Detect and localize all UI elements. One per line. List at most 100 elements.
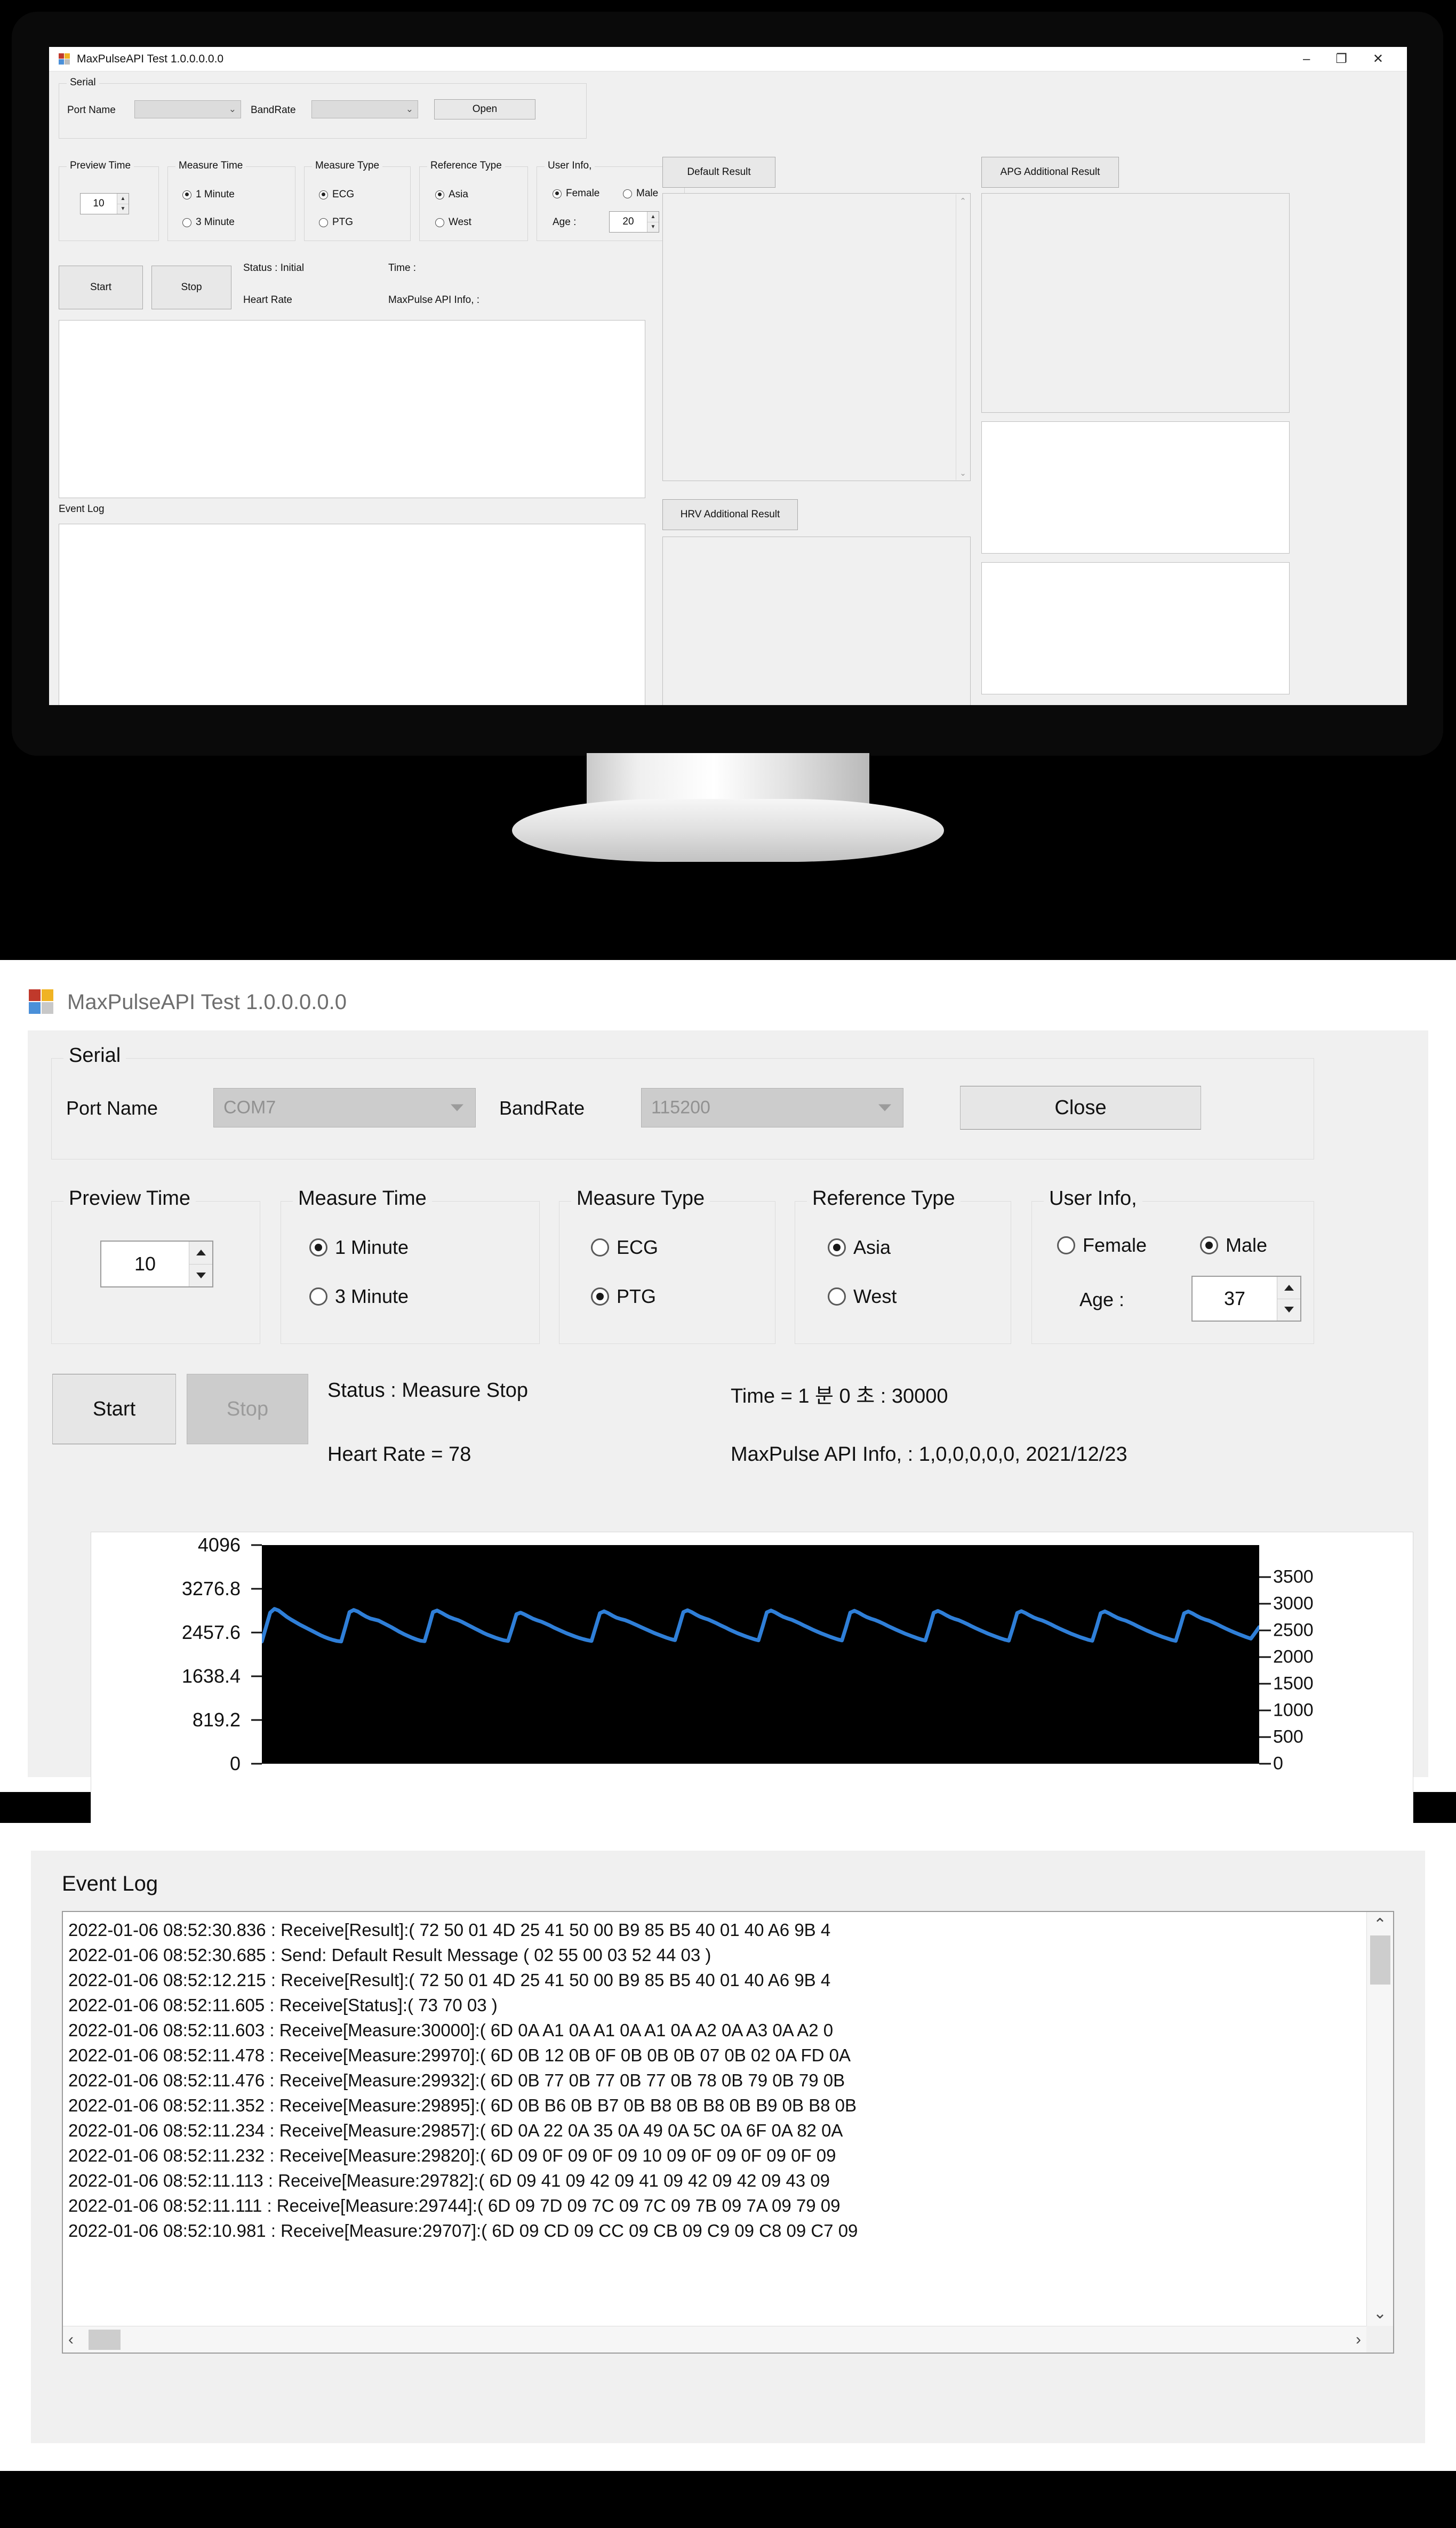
- spin-up-icon[interactable]: ▲: [117, 194, 129, 204]
- mini-age-stepper[interactable]: 20 ▲ ▼: [609, 211, 659, 233]
- mini-radio-asia[interactable]: Asia: [435, 189, 468, 201]
- mini-port-name-combo[interactable]: ⌄: [134, 100, 241, 118]
- preview-time-spin-buttons[interactable]: [189, 1242, 212, 1286]
- mini-event-log-label: Event Log: [59, 503, 105, 515]
- mini-default-result-panel[interactable]: ⌃ ⌄: [662, 193, 971, 481]
- mini-radio-3-minute[interactable]: 3 Minute: [182, 217, 235, 228]
- age-stepper[interactable]: 37: [1191, 1276, 1301, 1322]
- mini-radio-male[interactable]: Male: [623, 188, 658, 199]
- radio-dot-icon: [435, 218, 444, 227]
- scroll-up-icon[interactable]: ⌃: [1373, 1915, 1387, 1934]
- scroll-up-icon[interactable]: ⌃: [959, 196, 966, 206]
- event-log-line: 2022-01-06 08:52:30.836 : Receive[Result…: [68, 1920, 831, 1940]
- mini-hrv-additional-result-panel[interactable]: [662, 537, 971, 705]
- spin-up-icon[interactable]: ▲: [647, 212, 659, 222]
- event-log-line: 2022-01-06 08:52:11.234 : Receive[Measur…: [68, 2121, 843, 2140]
- chart-right-tick-mark: [1259, 1709, 1271, 1711]
- mini-waveform-panel: [59, 320, 645, 498]
- mini-window-title: MaxPulseAPI Test 1.0.0.0.0.0: [77, 52, 224, 65]
- mini-start-button[interactable]: Start: [59, 266, 143, 309]
- event-log-line: 2022-01-06 08:52:11.603 : Receive[Measur…: [68, 2020, 834, 2040]
- mini-titlebar: MaxPulseAPI Test 1.0.0.0.0.0 – ❐ ✕: [49, 47, 1407, 71]
- maximize-icon[interactable]: ❐: [1335, 52, 1347, 66]
- event-log-textbox[interactable]: 2022-01-06 08:52:30.836 : Receive[Result…: [62, 1911, 1394, 2354]
- event-log-line: 2022-01-06 08:52:30.685 : Send: Default …: [68, 1945, 711, 1965]
- age-value: 37: [1223, 1287, 1246, 1309]
- bandrate-combo[interactable]: 115200: [641, 1088, 903, 1127]
- port-name-combo[interactable]: COM7: [213, 1088, 476, 1127]
- radio-male[interactable]: Male: [1200, 1234, 1267, 1257]
- scroll-down-icon[interactable]: ⌄: [959, 468, 966, 478]
- event-log-frame: Event Log 2022-01-06 08:52:30.836 : Rece…: [31, 1851, 1425, 2443]
- event-log-horizontal-scrollbar[interactable]: ‹ ›: [63, 2326, 1366, 2353]
- chart-left-tick-mark: [251, 1544, 262, 1546]
- mini-age-spin-buttons[interactable]: ▲ ▼: [647, 212, 659, 232]
- radio-ptg[interactable]: PTG: [591, 1285, 656, 1308]
- reference-type-group: Reference Type: [795, 1187, 1011, 1344]
- event-log-line: 2022-01-06 08:52:12.215 : Receive[Result…: [68, 1970, 831, 1990]
- spin-down-icon[interactable]: [189, 1265, 212, 1287]
- mini-event-log-box[interactable]: [59, 524, 645, 705]
- scroll-left-icon[interactable]: ‹: [68, 2331, 74, 2349]
- mini-measure-time-group: Measure Time: [167, 160, 295, 241]
- spin-down-icon[interactable]: ▼: [647, 222, 659, 232]
- radio-ecg[interactable]: ECG: [591, 1236, 658, 1259]
- scroll-right-icon[interactable]: ›: [1356, 2331, 1361, 2349]
- spin-up-icon[interactable]: [189, 1242, 212, 1265]
- mini-default-result-button[interactable]: Default Result: [662, 157, 775, 188]
- api-info-text: MaxPulse API Info, : 1,0,0,0,0,0, 2021/1…: [731, 1443, 1127, 1466]
- radio-3-minute[interactable]: 3 Minute: [309, 1285, 409, 1308]
- chart-left-tick-label: 2457.6: [181, 1621, 241, 1643]
- chart-right-tick-label: 1500: [1273, 1673, 1314, 1694]
- preview-time-stepper[interactable]: 10: [100, 1241, 213, 1287]
- radio-ptg-label: PTG: [617, 1285, 657, 1307]
- age-spin-buttons[interactable]: [1277, 1277, 1300, 1321]
- mini-apg-additional-result-button[interactable]: APG Additional Result: [981, 157, 1119, 188]
- radio-1-minute[interactable]: 1 Minute: [309, 1236, 409, 1259]
- start-button[interactable]: Start: [52, 1374, 176, 1444]
- preview-time-legend: Preview Time: [63, 1187, 196, 1210]
- user-info-legend: User Info,: [1044, 1187, 1142, 1210]
- event-log-line: 2022-01-06 08:52:10.981 : Receive[Measur…: [68, 2221, 858, 2241]
- mini-app-body: Serial Port Name ⌄ BandRate ⌄ Open Previ…: [49, 71, 1407, 705]
- radio-dot-icon: [591, 1238, 609, 1257]
- spin-up-icon[interactable]: [1277, 1277, 1300, 1299]
- event-log-line: 2022-01-06 08:52:11.478 : Receive[Measur…: [68, 2045, 851, 2065]
- radio-dot-icon: [309, 1287, 327, 1306]
- mini-bandrate-combo[interactable]: ⌄: [311, 100, 418, 118]
- close-button[interactable]: Close: [960, 1086, 1201, 1130]
- mini-radio-ecg[interactable]: ECG: [319, 189, 354, 201]
- spin-down-icon[interactable]: ▼: [117, 204, 129, 214]
- vertical-scroll-thumb[interactable]: [1370, 1935, 1390, 1985]
- radio-west[interactable]: West: [828, 1285, 897, 1308]
- default-result-scrollbar[interactable]: ⌃ ⌄: [956, 194, 970, 480]
- chart-left-tick-mark: [251, 1588, 262, 1590]
- chart-left-tick-label: 4096: [197, 1534, 241, 1556]
- mini-radio-1-minute[interactable]: 1 Minute: [182, 189, 235, 201]
- mini-radio-ptg[interactable]: PTG: [319, 217, 353, 228]
- spin-down-icon[interactable]: [1277, 1299, 1300, 1321]
- event-log-vertical-scrollbar[interactable]: ⌃ ⌄: [1366, 1912, 1393, 2326]
- mini-radio-female[interactable]: Female: [553, 188, 599, 199]
- chart-right-tick-mark: [1259, 1656, 1271, 1658]
- mini-radio-3-minute-label: 3 Minute: [196, 217, 235, 228]
- horizontal-scroll-thumb[interactable]: [89, 2330, 121, 2350]
- preview-time-value: 10: [134, 1253, 156, 1275]
- radio-female[interactable]: Female: [1057, 1234, 1147, 1257]
- close-icon[interactable]: ✕: [1373, 52, 1383, 66]
- minimize-icon[interactable]: –: [1303, 52, 1310, 66]
- mini-apg-additional-result-panel[interactable]: [981, 193, 1290, 413]
- mini-preview-time-spin-buttons[interactable]: ▲ ▼: [117, 194, 129, 214]
- measure-type-group: Measure Type: [559, 1187, 775, 1344]
- scroll-down-icon[interactable]: ⌄: [1373, 2304, 1387, 2323]
- mini-open-button[interactable]: Open: [434, 99, 535, 119]
- time-text: Time = 1 분 0 초 : 30000: [731, 1385, 948, 1407]
- mini-radio-west[interactable]: West: [435, 217, 471, 228]
- radio-asia[interactable]: Asia: [828, 1236, 891, 1259]
- mini-preview-time-stepper[interactable]: 10 ▲ ▼: [80, 193, 129, 214]
- chart-right-tick-mark: [1259, 1576, 1271, 1578]
- mini-radio-ptg-label: PTG: [332, 217, 354, 228]
- mini-stop-button[interactable]: Stop: [151, 266, 231, 309]
- mini-hrv-additional-result-button[interactable]: HRV Additional Result: [662, 499, 798, 530]
- mini-heart-rate-text: Heart Rate: [243, 294, 292, 306]
